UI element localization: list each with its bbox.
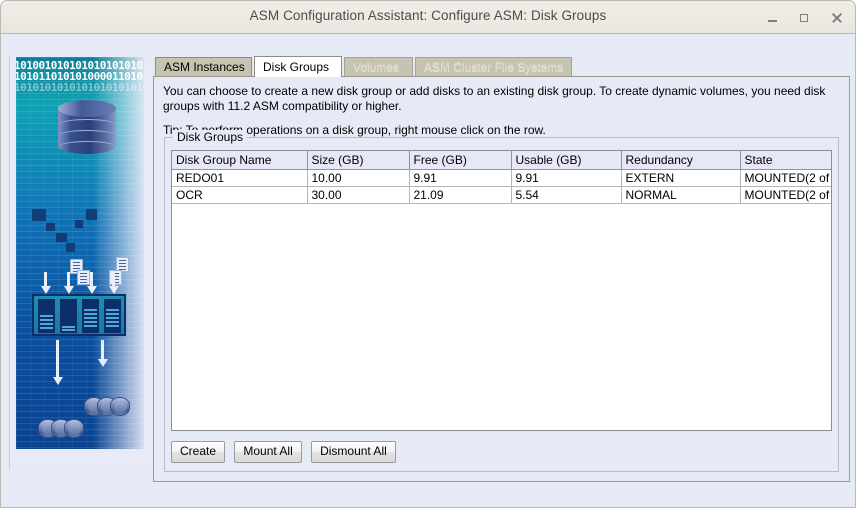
arrow-down-icon	[101, 340, 104, 360]
cell-free: 21.09	[409, 187, 511, 204]
decor-square	[66, 243, 75, 252]
table-header-row: Disk Group Name Size (GB) Free (GB) Usab…	[172, 151, 831, 170]
document-icon	[77, 270, 90, 285]
disk-groups-table-container[interactable]: Disk Group Name Size (GB) Free (GB) Usab…	[171, 150, 832, 431]
main-pane: ASM Instances Disk Groups Volumes ASM Cl…	[153, 57, 850, 482]
arrow-down-icon	[90, 272, 93, 287]
cell-disk-group-name: OCR	[172, 187, 307, 204]
cell-free: 9.91	[409, 170, 511, 187]
banner-binary-line-3: 10101010101010101010101	[16, 81, 144, 94]
create-button[interactable]: Create	[171, 441, 225, 463]
window-content: 10100101010101010101010 1010110101010000…	[1, 34, 855, 507]
mount-all-button[interactable]: Mount All	[234, 441, 301, 463]
description-paragraph-2: Tip: To perform operations on a disk gro…	[163, 123, 839, 138]
cell-redundancy: NORMAL	[621, 187, 740, 204]
column-header-free[interactable]: Free (GB)	[409, 151, 511, 170]
banner-graphic: 10100101010101010101010 1010110101010000…	[9, 57, 150, 469]
tab-volumes[interactable]: Volumes	[344, 57, 413, 76]
cell-size: 30.00	[307, 187, 409, 204]
column-header-state[interactable]: State	[740, 151, 831, 170]
arrow-down-icon	[56, 340, 59, 378]
column-header-usable[interactable]: Usable (GB)	[511, 151, 621, 170]
tab-asm-cluster-file-systems[interactable]: ASM Cluster File Systems	[415, 57, 572, 76]
title-bar: ASM Configuration Assistant: Configure A…	[1, 1, 855, 34]
column-header-redundancy[interactable]: Redundancy	[621, 151, 740, 170]
cell-size: 10.00	[307, 170, 409, 187]
arrow-down-icon	[112, 272, 115, 287]
description-text: You can choose to create a new disk grou…	[163, 84, 839, 138]
minimize-icon[interactable]	[761, 7, 783, 28]
cell-redundancy: EXTERN	[621, 170, 740, 187]
close-icon[interactable]	[825, 7, 847, 28]
disk-groups-panel: You can choose to create a new disk grou…	[153, 76, 850, 482]
database-cylinder-icon: 10100101010101010101010 1010110101010000…	[16, 57, 144, 449]
disk-groups-group-box: Disk Groups	[164, 137, 839, 472]
disk-icon	[110, 397, 130, 416]
decor-square	[75, 220, 83, 228]
maximize-icon[interactable]	[793, 7, 815, 28]
decor-square	[56, 233, 67, 242]
table-row[interactable]: REDO01 10.00 9.91 9.91 EXTERN MOUNTED(2 …	[172, 170, 831, 187]
cell-usable: 5.54	[511, 187, 621, 204]
database-cylinder	[58, 100, 116, 160]
description-paragraph-1: You can choose to create a new disk grou…	[163, 84, 839, 114]
decor-square	[86, 209, 97, 220]
cell-disk-group-name: REDO01	[172, 170, 307, 187]
disk-groups-table: Disk Group Name Size (GB) Free (GB) Usab…	[172, 151, 831, 204]
document-icon	[109, 270, 122, 285]
group-box-legend: Disk Groups	[173, 130, 247, 144]
decor-square	[32, 209, 46, 221]
arrow-down-icon	[44, 272, 47, 287]
tab-bar: ASM Instances Disk Groups Volumes ASM Cl…	[153, 57, 850, 77]
decor-square	[46, 223, 55, 231]
disk-group-actions: Create Mount All Dismount All	[171, 441, 402, 463]
cell-usable: 9.91	[511, 170, 621, 187]
window-title: ASM Configuration Assistant: Configure A…	[1, 8, 855, 23]
tab-asm-instances[interactable]: ASM Instances	[155, 57, 252, 76]
cell-state: MOUNTED(2 of 2)	[740, 187, 831, 204]
application-window: ASM Configuration Assistant: Configure A…	[0, 0, 856, 508]
cell-state: MOUNTED(2 of 2)	[740, 170, 831, 187]
arrow-down-icon	[67, 272, 70, 287]
column-header-disk-group-name[interactable]: Disk Group Name	[172, 151, 307, 170]
server-rack-icon	[32, 294, 126, 336]
disk-icon	[64, 419, 84, 438]
dismount-all-button[interactable]: Dismount All	[311, 441, 396, 463]
tab-disk-groups[interactable]: Disk Groups	[254, 56, 342, 77]
column-header-size[interactable]: Size (GB)	[307, 151, 409, 170]
table-row[interactable]: OCR 30.00 21.09 5.54 NORMAL MOUNTED(2 of…	[172, 187, 831, 204]
